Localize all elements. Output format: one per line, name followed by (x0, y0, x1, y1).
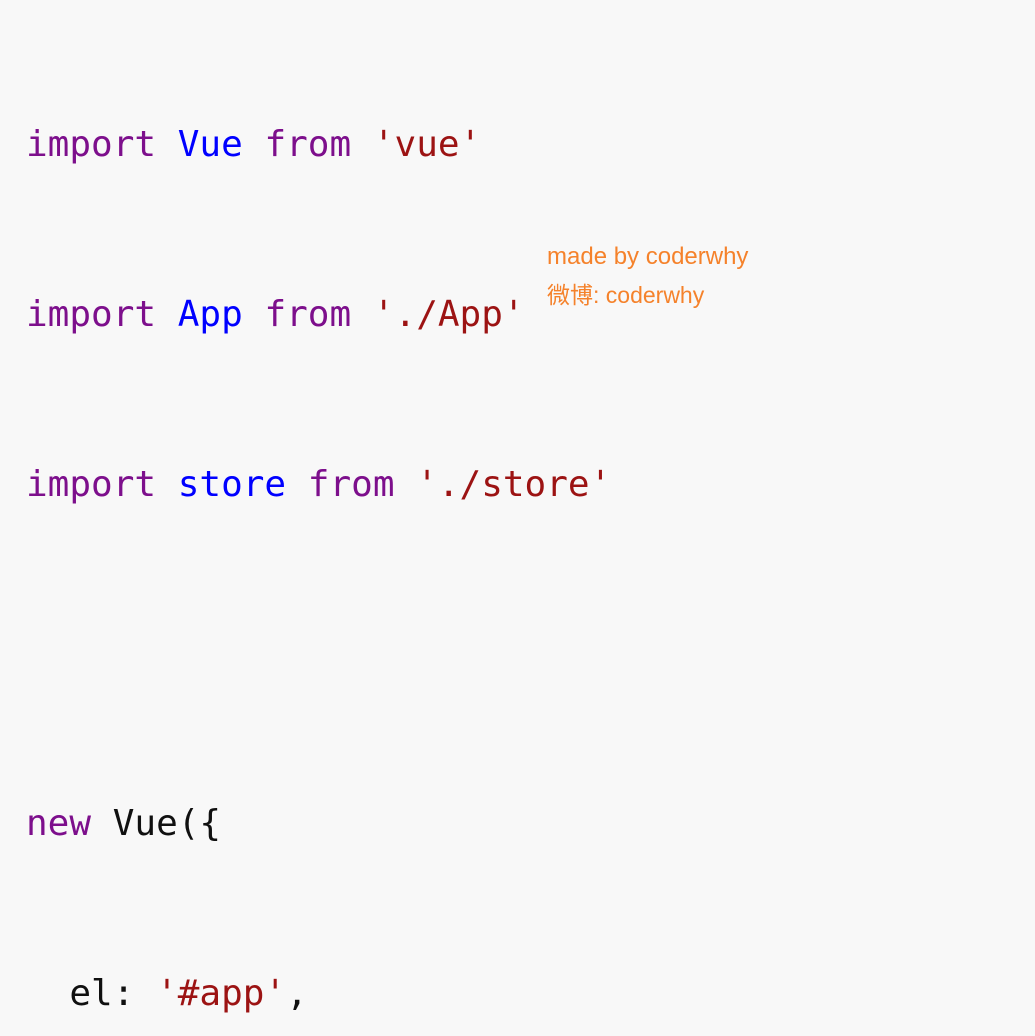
code-token-ident: Vue (177, 124, 243, 166)
code-token-plain: Vue (112, 803, 178, 845)
code-token-keyword: from (307, 463, 395, 505)
code-screenshot: import Vue from 'vue' import App from '.… (0, 0, 1035, 1014)
code-token-keyword: import (26, 124, 157, 166)
code-token-string: './store' (416, 463, 612, 505)
code-token-string: 'vue' (372, 124, 482, 166)
code-line: new Vue({ (26, 796, 611, 853)
code-block[interactable]: import Vue from 'vue' import App from '.… (26, 4, 611, 1036)
code-token-keyword: from (264, 124, 352, 166)
code-token-keyword: from (264, 293, 352, 335)
code-token-punct: , (286, 973, 308, 1015)
code-line: import App from './App' (26, 287, 611, 344)
code-token-punct: ({ (177, 803, 222, 845)
code-token-keyword: import (26, 293, 157, 335)
code-token-string: '#app' (156, 973, 287, 1015)
code-token-ident: store (177, 463, 287, 505)
code-token-keyword: import (26, 463, 157, 505)
code-token-string: './App' (372, 293, 525, 335)
code-line: el: '#app', (26, 966, 611, 1023)
watermark-weibo-line: 微博: coderwhy (547, 282, 705, 308)
code-line: import store from './store' (26, 457, 611, 514)
watermark: made by coderwhy 微博: coderwhy (547, 238, 748, 314)
watermark-author-line: made by coderwhy (547, 243, 749, 270)
code-token-keyword: new (26, 803, 92, 845)
code-token-plain: el: (26, 973, 135, 1015)
code-token-ident: App (177, 293, 243, 335)
code-line: import Vue from 'vue' (26, 117, 611, 174)
